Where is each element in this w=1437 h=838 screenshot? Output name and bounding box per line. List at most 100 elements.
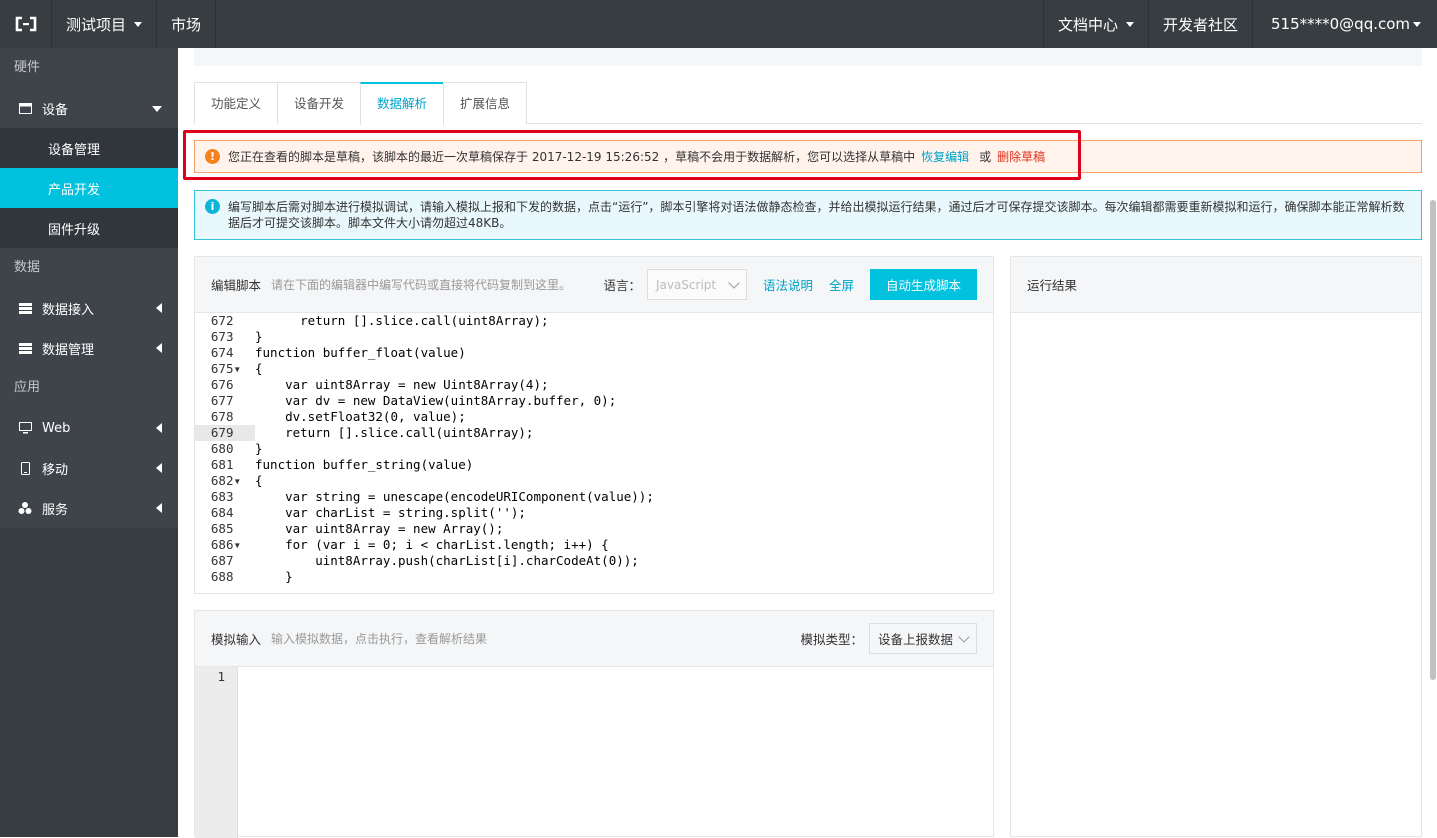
line-number: 686▾ (195, 537, 255, 553)
code-line: 686▾ for (var i = 0; i < charList.length… (195, 537, 993, 553)
page-scrollbar[interactable] (1430, 200, 1436, 680)
tab-extend-info[interactable]: 扩展信息 (443, 82, 528, 124)
account-menu[interactable]: 515****0@qq.com (1252, 0, 1437, 48)
code-text: return [].slice.call(uint8Array); (255, 425, 534, 440)
code-line: 684 var charList = string.split(''); (195, 505, 993, 521)
sidebar-item-data-manage[interactable]: 数据管理 (0, 328, 178, 368)
code-editor[interactable]: 672 return [].slice.call(uint8Array); 673… (195, 313, 993, 593)
result-title: 运行结果 (1027, 278, 1078, 293)
run-result-panel: 运行结果 (1010, 256, 1422, 837)
sidebar-item-label: 产品开发 (48, 182, 101, 198)
community-link[interactable]: 开发者社区 (1147, 0, 1252, 48)
code-line: 680 } (195, 441, 993, 457)
chevron-down-icon (958, 631, 970, 643)
chevron-left-icon (156, 343, 162, 353)
auto-generate-button[interactable]: 自动生成脚本 (869, 269, 977, 300)
tab-bar: 功能定义 设备开发 数据解析 扩展信息 (194, 82, 1422, 125)
logo[interactable] (0, 0, 52, 48)
simulate-type-select[interactable]: 设备上报数据 (869, 623, 977, 654)
language-select[interactable]: JavaScript (646, 269, 747, 300)
sidebar-item-service[interactable]: 服务 (0, 488, 178, 528)
sidebar-item-label: 固件升级 (48, 222, 101, 238)
docs-label: 文档中心 (1057, 15, 1118, 34)
top-navbar: 测试项目 市场 文档中心 开发者社区 515****0@qq.com (0, 0, 1437, 48)
code-text: { (255, 361, 263, 376)
simulate-editor[interactable]: 1 (195, 667, 993, 838)
sidebar-item-label: 服务 (42, 502, 69, 518)
code-text: return [].slice.call(uint8Array); (255, 313, 549, 328)
script-editor-panel: 编辑脚本 请在下面的编辑器中编写代码或直接将代码复制到这里。 语言： JavaS… (194, 256, 994, 594)
sidebar-item-data-ingest[interactable]: 数据接入 (0, 288, 178, 328)
syntax-help-link[interactable]: 语法说明 (763, 275, 813, 294)
code-line: 685 var uint8Array = new Array(); (195, 521, 993, 537)
code-line: 678 dv.setFloat32(0, value); (195, 409, 993, 425)
cubes-icon (18, 501, 32, 515)
market-link[interactable]: 市场 (157, 0, 217, 48)
info-notice: i 编写脚本后需对脚本进行模拟调试，请输入模拟上报和下发的数据，点击“运行”，脚… (194, 190, 1422, 240)
sidebar-item-label: 数据管理 (42, 342, 95, 358)
code-text: function buffer_string(value) (255, 457, 474, 472)
chevron-left-icon (156, 463, 162, 473)
code-line: 675▾{ (195, 361, 993, 377)
tab-data-parse[interactable]: 数据解析 (360, 82, 445, 125)
line-number: 685 (195, 521, 255, 537)
community-label: 开发者社区 (1162, 15, 1238, 34)
simulate-header: 模拟输入 输入模拟数据，点击执行，查看解析结果 模拟类型： 设备上报数据 (195, 611, 993, 667)
sidebar-item-device-manage[interactable]: 设备管理 (0, 128, 178, 168)
tab-function-def[interactable]: 功能定义 (194, 82, 279, 124)
docs-menu[interactable]: 文档中心 (1042, 0, 1148, 48)
line-number: 684 (195, 505, 255, 521)
chevron-down-icon (134, 21, 143, 27)
line-number: 681 (195, 457, 255, 473)
fullscreen-link[interactable]: 全屏 (829, 275, 854, 294)
code-text: } (255, 569, 293, 584)
sidebar-group-hardware: 硬件 (14, 60, 41, 75)
sidebar-item-product-dev[interactable]: 产品开发 (0, 168, 178, 208)
account-label: 515****0@qq.com (1271, 15, 1411, 33)
simulate-type-label: 模拟类型： (800, 632, 863, 647)
code-line: 677 var dv = new DataView(uint8Array.buf… (195, 393, 993, 409)
editor-hint: 请在下面的编辑器中编写代码或直接将代码复制到这里。 (271, 278, 572, 292)
tab-device-dev[interactable]: 设备开发 (277, 82, 362, 124)
sidebar-item-web[interactable]: Web (0, 408, 178, 448)
simulate-type-value: 设备上报数据 (878, 632, 954, 647)
list-icon (18, 341, 32, 355)
code-text: var charList = string.split(''); (255, 505, 526, 520)
code-text: } (255, 441, 263, 456)
sidebar-footer (0, 528, 178, 837)
line-number: 676 (195, 377, 255, 393)
simulate-input-area[interactable] (237, 667, 993, 838)
line-number: 678 (195, 409, 255, 425)
sidebar-item-mobile[interactable]: 移动 (0, 448, 178, 488)
chevron-left-icon (156, 423, 162, 433)
sidebar-item-device[interactable]: 设备 (0, 88, 178, 128)
info-icon: i (205, 199, 220, 214)
line-number: 688 (195, 569, 255, 585)
market-label: 市场 (171, 15, 202, 34)
chevron-left-icon (156, 303, 162, 313)
line-number: 673 (195, 329, 255, 345)
project-switcher[interactable]: 测试项目 (52, 0, 158, 48)
result-header: 运行结果 (1011, 257, 1421, 313)
code-text: dv.setFloat32(0, value); (255, 409, 466, 424)
aliyun-logo-icon (15, 16, 36, 32)
chevron-down-icon (1125, 21, 1134, 27)
project-label: 测试项目 (66, 15, 127, 34)
editor-title: 编辑脚本 (211, 278, 262, 293)
sidebar-item-firmware[interactable]: 固件升级 (0, 208, 178, 248)
code-text: var string = unescape(encodeURIComponent… (255, 489, 654, 504)
simulate-title: 模拟输入 (211, 632, 262, 647)
chevron-down-icon (152, 106, 162, 112)
code-line: 672 return [].slice.call(uint8Array); (195, 313, 993, 329)
auto-generate-label: 自动生成脚本 (885, 278, 961, 293)
monitor-icon (18, 101, 32, 115)
chevron-down-icon (1413, 21, 1421, 27)
code-text: uint8Array.push(charList[i].charCodeAt(0… (255, 553, 639, 568)
sidebar-item-label: 设备 (42, 102, 69, 118)
code-line: 682▾{ (195, 473, 993, 489)
code-text: function buffer_float(value) (255, 345, 466, 360)
line-number: 672 (195, 313, 255, 329)
code-line: 688 } (195, 569, 993, 585)
line-number: 679 (195, 425, 255, 441)
line-number: 683 (195, 489, 255, 505)
